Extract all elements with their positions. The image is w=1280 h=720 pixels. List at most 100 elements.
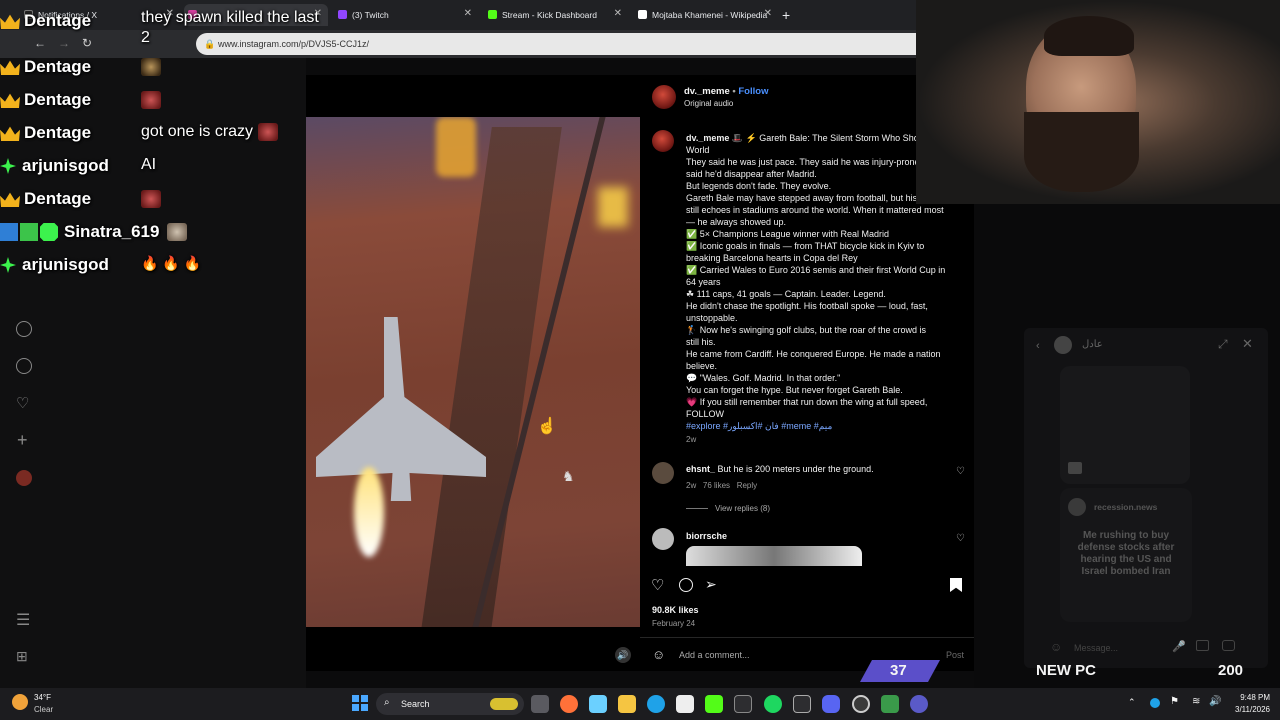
like-comment-heart-icon[interactable]: ♡ — [956, 466, 965, 477]
emoji-icon[interactable]: ☺ — [652, 647, 665, 662]
reel-video-frame[interactable] — [306, 117, 640, 627]
more-grid-icon[interactable]: ⊞ — [16, 648, 28, 665]
kick-app-icon[interactable] — [705, 695, 723, 713]
store-icon[interactable] — [676, 695, 694, 713]
dm-avatar[interactable] — [1054, 336, 1072, 354]
weather-moon-icon[interactable] — [12, 694, 28, 710]
heart-icon[interactable]: ♡ — [16, 394, 29, 412]
app-icon[interactable] — [881, 695, 899, 713]
tab-twitch[interactable]: (3) Twitch ✕ — [334, 4, 478, 26]
firefox-icon[interactable] — [560, 695, 578, 713]
chat-message: Dentage — [0, 184, 91, 214]
chat-message-text: AI — [141, 156, 157, 173]
video-fire-glow — [598, 187, 628, 227]
streamer-hair — [1044, 16, 1134, 56]
chat-emote — [257, 123, 278, 141]
author-avatar[interactable] — [652, 85, 676, 109]
app-icon[interactable] — [793, 695, 811, 713]
kick-logo-icon — [488, 10, 497, 19]
twitch-logo-icon — [338, 10, 347, 19]
hashtags[interactable]: #explore #فان #اكسبلور #meme #ميم — [686, 420, 958, 432]
edge-icon[interactable] — [647, 695, 665, 713]
dm-media-message[interactable] — [1060, 366, 1190, 484]
tray-chevron-icon[interactable]: ⌃ — [1128, 697, 1136, 708]
search-icon[interactable] — [16, 321, 32, 337]
spotify-icon[interactable] — [764, 695, 782, 713]
like-heart-icon[interactable]: ♡ — [651, 576, 664, 594]
wifi-icon[interactable]: ≋ — [1192, 696, 1200, 707]
weather-temp[interactable]: 34°F — [34, 693, 51, 702]
discord-icon[interactable] — [822, 695, 840, 713]
follow-button[interactable]: Follow — [738, 86, 768, 97]
back-arrow-icon[interactable]: ← — [34, 36, 46, 50]
chat-message: Dentage — [0, 85, 91, 115]
profile-avatar[interactable] — [16, 470, 32, 486]
dm-shared-post-card[interactable]: recession.news Me rushing to buy defense… — [1060, 488, 1192, 622]
menu-hamburger-icon[interactable]: ☰ — [16, 610, 30, 630]
divider — [640, 637, 974, 638]
commenter-avatar[interactable] — [652, 462, 674, 484]
commenter-avatar[interactable] — [652, 528, 674, 550]
card-username: recession.news — [1094, 502, 1158, 512]
comment-username[interactable]: ehsnt_ — [686, 464, 715, 474]
webcam-feed — [916, 0, 1280, 204]
comment-username[interactable]: biorrsche — [686, 531, 727, 541]
close-tab-icon[interactable]: ✕ — [464, 8, 472, 19]
chat-message: Sinatra_619 — [0, 217, 188, 247]
author-username[interactable]: dv._meme — [684, 86, 730, 97]
post-comment-button[interactable]: Post — [946, 650, 964, 660]
add-comment-input[interactable]: Add a comment... — [679, 650, 750, 660]
clock-time[interactable]: 9:48 PM — [1230, 693, 1270, 702]
comment-bubble-icon[interactable] — [679, 578, 693, 592]
close-tab-icon[interactable]: ✕ — [614, 8, 622, 19]
share-send-icon[interactable]: ➢ — [705, 576, 717, 593]
dm-message-input[interactable]: Message... — [1074, 643, 1118, 653]
dm-image-icon[interactable] — [1196, 640, 1209, 651]
forward-arrow-icon[interactable]: → — [58, 36, 70, 50]
comment-image-thumbnail[interactable] — [686, 546, 862, 566]
sparkle-badge-icon — [0, 257, 16, 273]
video-fire-glow — [436, 117, 476, 177]
copilot-icon[interactable] — [589, 695, 607, 713]
tab-wikipedia[interactable]: Mojtaba Khamenei - Wikipedia ✕ — [634, 4, 778, 26]
likes-count[interactable]: 90.8K likes — [652, 605, 699, 615]
file-explorer-icon[interactable] — [618, 695, 636, 713]
task-view-icon[interactable] — [531, 695, 549, 713]
windows-start-icon[interactable] — [352, 695, 368, 711]
dm-back-icon[interactable]: ‹ — [1036, 340, 1040, 352]
reply-button[interactable]: Reply — [737, 481, 757, 490]
new-tab-button[interactable]: + — [782, 4, 804, 26]
wikipedia-logo-icon — [638, 10, 647, 19]
explore-icon[interactable] — [16, 358, 32, 374]
reload-icon[interactable]: ↻ — [82, 36, 92, 50]
dm-close-icon[interactable]: ✕ — [1242, 336, 1253, 352]
app-icon[interactable] — [910, 695, 928, 713]
weather-desc: Clear — [34, 705, 54, 714]
caption-author-avatar[interactable] — [652, 130, 674, 152]
tray-app-icon[interactable] — [1150, 698, 1160, 708]
dm-mic-icon[interactable]: 🎤 — [1172, 640, 1186, 653]
volume-icon[interactable]: 🔊 — [1209, 696, 1221, 707]
stream-overlay-bar: 37 NEW PC 200 — [860, 660, 1280, 682]
caption-username[interactable]: dv._meme — [686, 133, 729, 143]
create-plus-icon[interactable]: + — [17, 430, 28, 451]
view-replies-button[interactable]: View replies (8) — [715, 504, 770, 513]
dm-expand-icon[interactable]: ⤢ — [1218, 337, 1228, 352]
dm-sticker-icon[interactable] — [1222, 640, 1235, 651]
sparkle-badge-icon — [0, 158, 16, 174]
mute-toggle-icon[interactable]: 🔊 — [615, 647, 631, 663]
audio-label[interactable]: Original audio — [684, 99, 733, 108]
clock-date[interactable]: 3/11/2026 — [1226, 705, 1270, 714]
search-highlight-icon — [490, 698, 518, 710]
app-icon[interactable] — [734, 695, 752, 713]
like-comment-heart-icon[interactable]: ♡ — [956, 533, 965, 544]
taskbar-search-box[interactable]: ⌕ Search — [376, 693, 524, 715]
obs-icon[interactable] — [852, 695, 870, 713]
tab-kick-dashboard[interactable]: Stream - Kick Dashboard ✕ — [484, 4, 628, 26]
tray-app-icon[interactable]: ⚑ — [1170, 696, 1179, 707]
post-date: February 24 — [652, 619, 696, 628]
close-tab-icon[interactable]: ✕ — [764, 8, 772, 19]
crown-badge-icon — [0, 192, 20, 207]
crown-badge-icon — [0, 60, 20, 75]
dm-emoji-icon[interactable]: ☺ — [1050, 640, 1062, 654]
